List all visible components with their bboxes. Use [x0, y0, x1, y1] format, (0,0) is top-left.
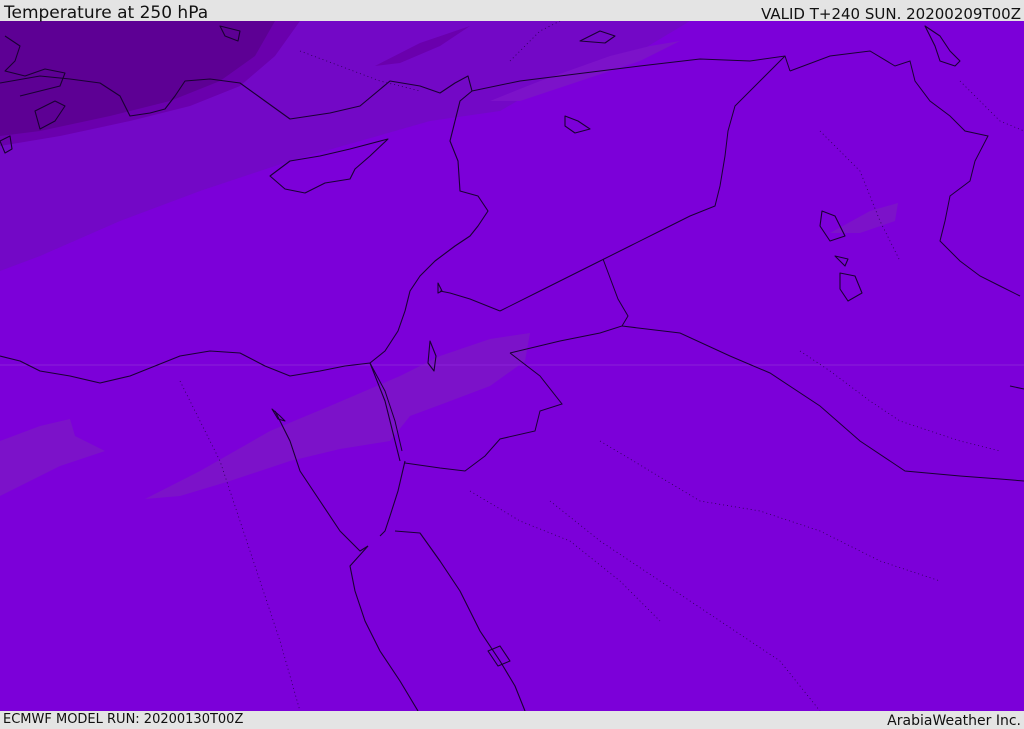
- header-bar: Temperature at 250 hPa VALID T+240 SUN. …: [0, 0, 1024, 23]
- model-run-label: ECMWF MODEL RUN: 20200130T00Z: [3, 712, 244, 727]
- map-svg: [0, 21, 1024, 711]
- credit-label: ArabiaWeather Inc.: [887, 713, 1021, 729]
- map-title: Temperature at 250 hPa: [4, 3, 209, 23]
- footer-bar: ECMWF MODEL RUN: 20200130T00Z ArabiaWeat…: [0, 711, 1024, 729]
- map-canvas: [0, 21, 1024, 711]
- valid-time-label: VALID T+240 SUN. 20200209T00Z: [761, 5, 1021, 23]
- map-figure: Temperature at 250 hPa VALID T+240 SUN. …: [0, 0, 1024, 729]
